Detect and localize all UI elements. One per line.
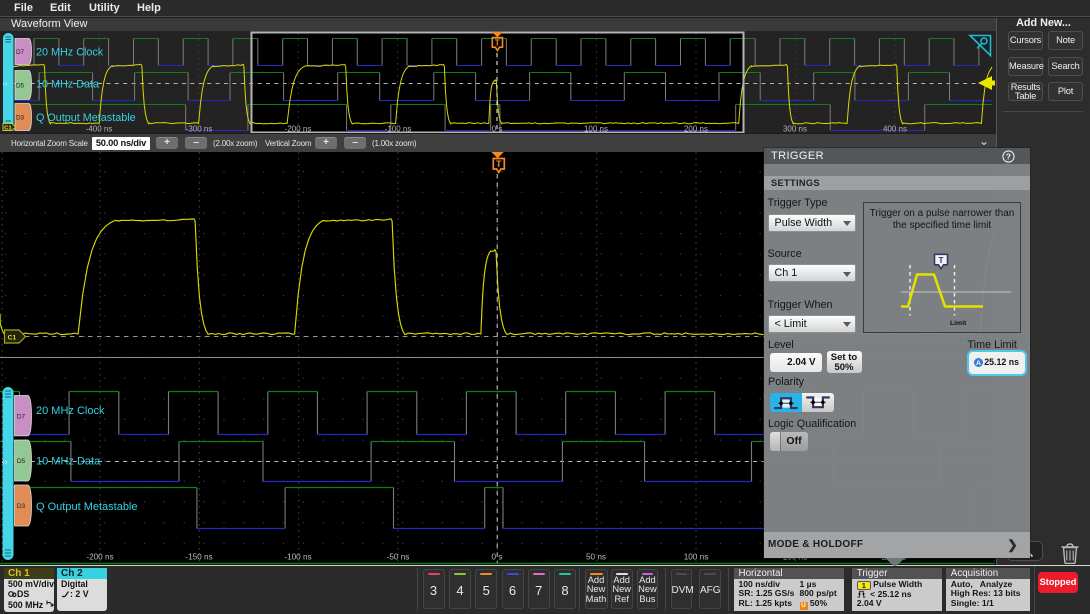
svg-text:-300 ns: -300 ns xyxy=(186,125,213,134)
svg-text:T: T xyxy=(938,254,944,264)
svg-text:C1: C1 xyxy=(4,126,12,132)
svg-text:-100 ns: -100 ns xyxy=(385,125,412,134)
svg-text:10 MHz Data: 10 MHz Data xyxy=(36,79,99,91)
svg-text:D3: D3 xyxy=(16,115,25,122)
svg-text:20 MHz Clock: 20 MHz Clock xyxy=(36,405,105,417)
svg-text:D7: D7 xyxy=(17,413,26,420)
svg-text:-200 ns: -200 ns xyxy=(285,125,312,134)
svg-text:‹›: ‹› xyxy=(2,457,8,467)
svg-text:200 ns: 200 ns xyxy=(684,125,708,134)
svg-text:C1: C1 xyxy=(8,334,17,341)
svg-text:20 MHz Clock: 20 MHz Clock xyxy=(36,47,104,59)
svg-text:D5: D5 xyxy=(16,83,25,90)
svg-text:Limit: Limit xyxy=(950,320,967,327)
svg-text:0 s: 0 s xyxy=(492,125,503,134)
svg-text:-400 ns: -400 ns xyxy=(86,125,113,134)
svg-text:?: ? xyxy=(1006,151,1012,161)
svg-text:10 MHz Data: 10 MHz Data xyxy=(36,456,101,468)
svg-text:Q Output Metastable: Q Output Metastable xyxy=(36,501,138,513)
svg-text:A: A xyxy=(976,360,981,367)
svg-text:400 ns: 400 ns xyxy=(883,125,907,134)
svg-text:D5: D5 xyxy=(17,458,26,465)
svg-text:D3: D3 xyxy=(17,503,26,510)
svg-text:D7: D7 xyxy=(16,49,25,56)
svg-text:100 ns: 100 ns xyxy=(584,125,608,134)
svg-text:Q Output Metastable: Q Output Metastable xyxy=(36,112,136,124)
svg-text:T: T xyxy=(495,39,500,48)
svg-text:300 ns: 300 ns xyxy=(783,125,807,134)
svg-text:‹›: ‹› xyxy=(3,79,8,88)
